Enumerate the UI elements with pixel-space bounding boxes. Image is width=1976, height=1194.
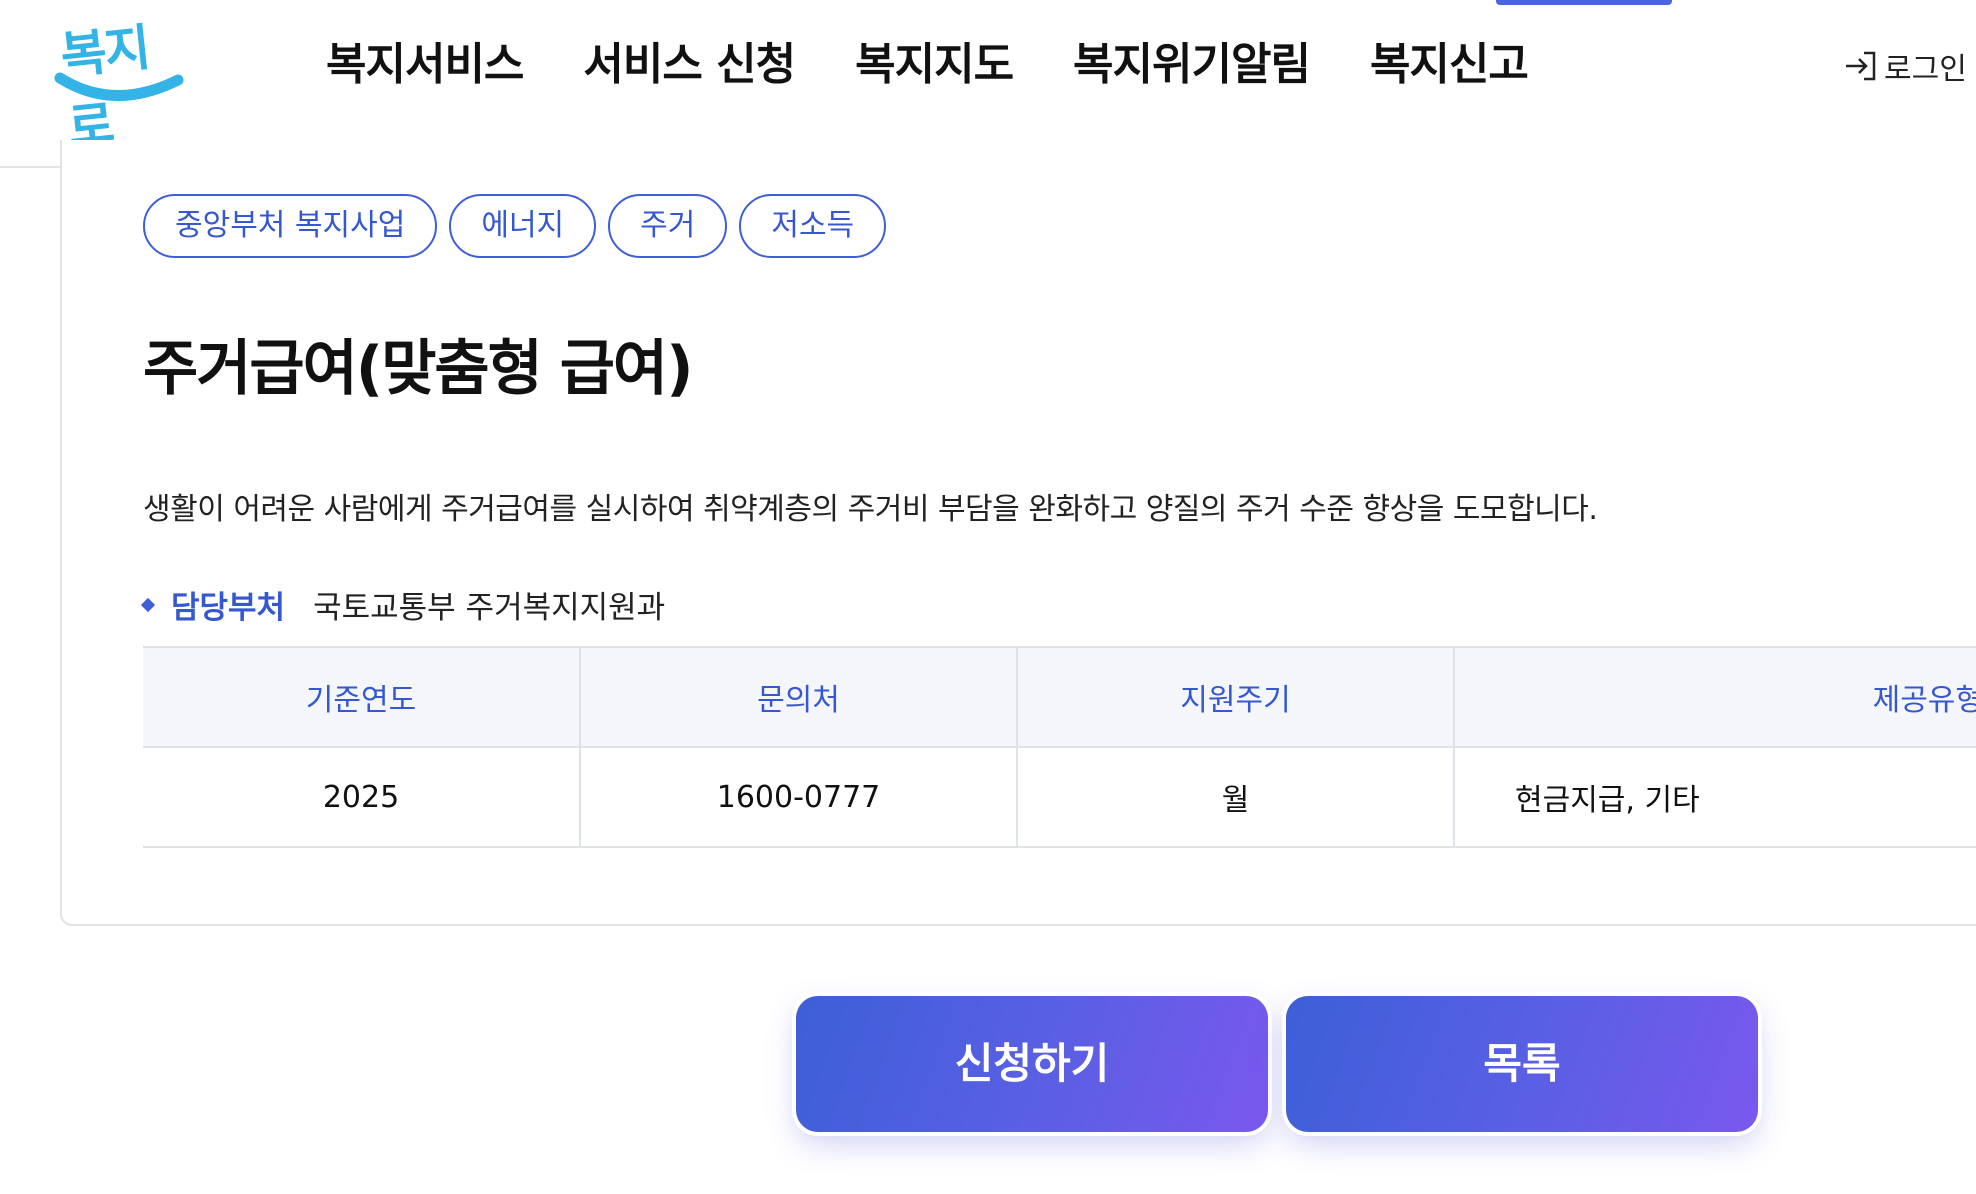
cell-contact: 1600-0777 <box>580 747 1018 848</box>
nav-item-welfare-report[interactable]: 복지신고 <box>1370 28 1529 92</box>
nav-active-indicator <box>1496 0 1672 5</box>
login-link[interactable]: 로그인 <box>1844 44 1967 88</box>
list-button[interactable]: 목록 <box>1286 996 1758 1132</box>
department-label: 담당부처 <box>171 590 286 626</box>
page-title: 주거급여(맞춤형 급여) <box>143 334 694 404</box>
nav-item-crisis-alert[interactable]: 복지위기알림 <box>1073 28 1311 92</box>
header-contact: 문의처 <box>580 646 1018 748</box>
service-description: 생활이 어려운 사람에게 주거급여를 실시하여 취약계층의 주거비 부담을 완화… <box>143 492 1598 527</box>
cell-base-year: 2025 <box>143 747 581 848</box>
tag-energy[interactable]: 에너지 <box>449 194 597 258</box>
apply-button[interactable]: 신청하기 <box>796 996 1268 1132</box>
department-value: 국토교통부 주거복지지원과 <box>313 590 666 626</box>
table-header-row: 기준연도 문의처 지원주기 제공유형 <box>143 646 1976 748</box>
tag-low-income[interactable]: 저소득 <box>739 194 887 258</box>
login-label: 로그인 <box>1884 52 1967 87</box>
cell-support-cycle: 월 <box>1017 747 1455 848</box>
page: 복지로 복지서비스 서비스 신청 복지지도 복지위기알림 복지신고 로그인 중앙… <box>0 0 1976 1194</box>
logo-smile-icon <box>54 72 184 101</box>
nav-item-welfare-service[interactable]: 복지서비스 <box>326 28 524 92</box>
table-row: 2025 1600-0777 월 현금지급, 기타 <box>143 747 1976 848</box>
tag-housing[interactable]: 주거 <box>608 194 728 258</box>
nav-item-service-apply[interactable]: 서비스 신청 <box>583 28 796 92</box>
login-arrow-icon <box>1846 51 1876 81</box>
service-info-table: 기준연도 문의처 지원주기 제공유형 2025 1600-0777 월 현금지급… <box>143 646 1976 848</box>
cell-provision-type: 현금지급, 기타 <box>1454 747 1976 848</box>
tag-central-ministry[interactable]: 중앙부처 복지사업 <box>143 194 438 258</box>
department-row: 담당부처 국토교통부 주거복지지원과 <box>140 582 666 627</box>
nav-item-welfare-map[interactable]: 복지지도 <box>855 28 1014 92</box>
header-support-cycle: 지원주기 <box>1017 646 1455 748</box>
diamond-bullet-icon <box>140 597 156 612</box>
category-tags: 중앙부처 복지사업 에너지 주거 저소득 <box>143 194 898 258</box>
site-logo[interactable]: 복지로 <box>54 4 184 157</box>
header-provision-type: 제공유형 <box>1454 646 1976 748</box>
header-base-year: 기준연도 <box>143 646 581 748</box>
main-nav: 복지서비스 서비스 신청 복지지도 복지위기알림 복지신고 <box>326 28 1588 92</box>
